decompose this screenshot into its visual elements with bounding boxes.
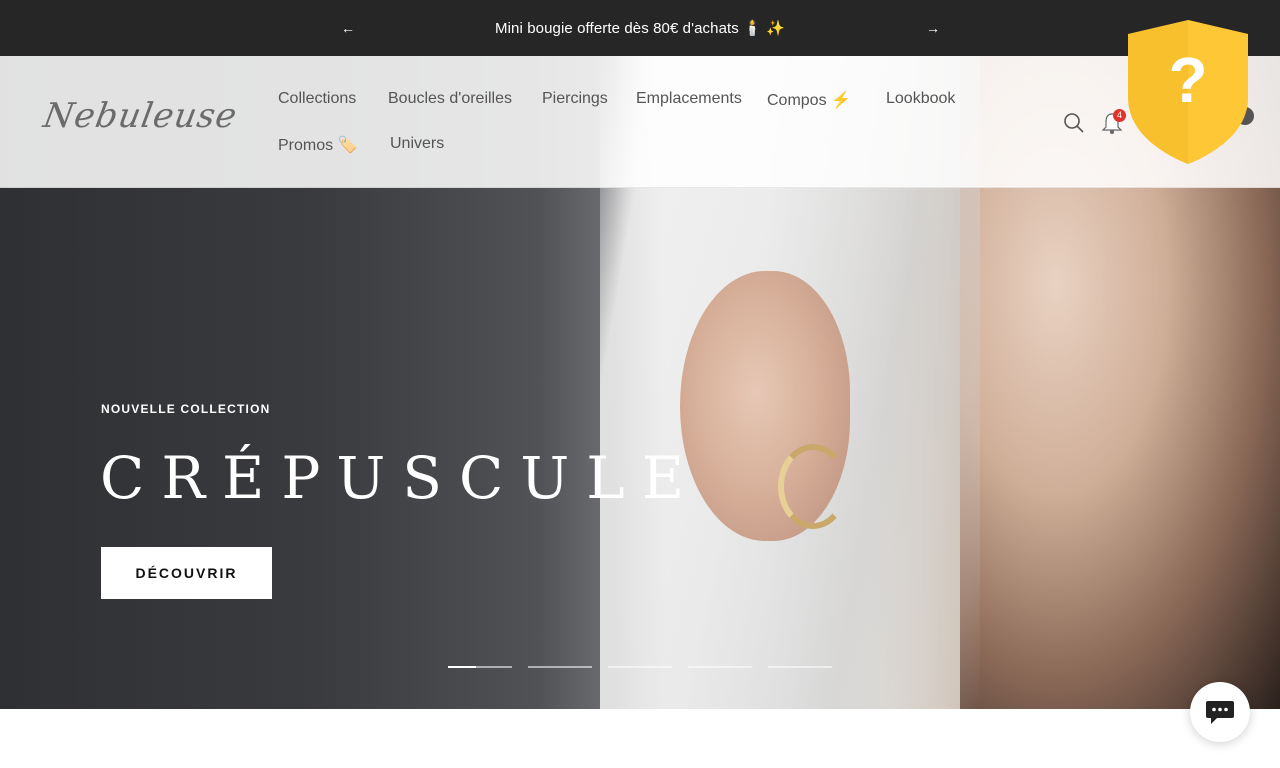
slide-dot-5[interactable]: [768, 666, 832, 668]
chat-button[interactable]: [1190, 682, 1250, 742]
slide-dot-4[interactable]: [688, 666, 752, 668]
nav-compos[interactable]: Compos ⚡: [767, 90, 851, 110]
announcement-next-button[interactable]: →: [923, 18, 943, 38]
announcement-bar: ← Mini bougie offerte dès 80€ d'achats 🕯…: [0, 0, 1280, 56]
slide-dot-2[interactable]: [528, 666, 592, 668]
slide-dot-1[interactable]: [448, 666, 512, 668]
site-logo[interactable]: Nebuleuse: [40, 96, 240, 146]
nav-emplacements[interactable]: Emplacements: [636, 90, 742, 108]
chat-bubble-icon: [1206, 701, 1234, 724]
hero-title: CRÉPUSCULE: [100, 444, 702, 512]
nav-promos[interactable]: Promos 🏷️: [278, 135, 358, 155]
shield-question-mark: ?: [1168, 44, 1208, 116]
trust-shield-widget[interactable]: ?: [1126, 20, 1250, 164]
discover-button[interactable]: DÉCOUVRIR: [101, 547, 272, 599]
hero-eyebrow: NOUVELLE COLLECTION: [101, 402, 271, 416]
slide-dot-progress: [448, 666, 476, 668]
nav-lookbook[interactable]: Lookbook: [886, 90, 955, 108]
nav-piercings[interactable]: Piercings: [542, 90, 608, 108]
slide-dot-3[interactable]: [608, 666, 672, 668]
logo-text: Nebuleuse: [40, 96, 241, 136]
search-icon[interactable]: [1063, 112, 1085, 134]
nav-univers[interactable]: Univers: [390, 135, 444, 153]
nav-boucles-doreilles[interactable]: Boucles d'oreilles: [388, 90, 512, 108]
earring-hoop: [778, 444, 848, 529]
nav-collections[interactable]: Collections: [278, 90, 356, 108]
announcement-text: Mini bougie offerte dès 80€ d'achats 🕯️ …: [495, 20, 785, 37]
notification-count-badge: 4: [1113, 109, 1126, 122]
announcement-prev-button[interactable]: ←: [338, 18, 358, 38]
